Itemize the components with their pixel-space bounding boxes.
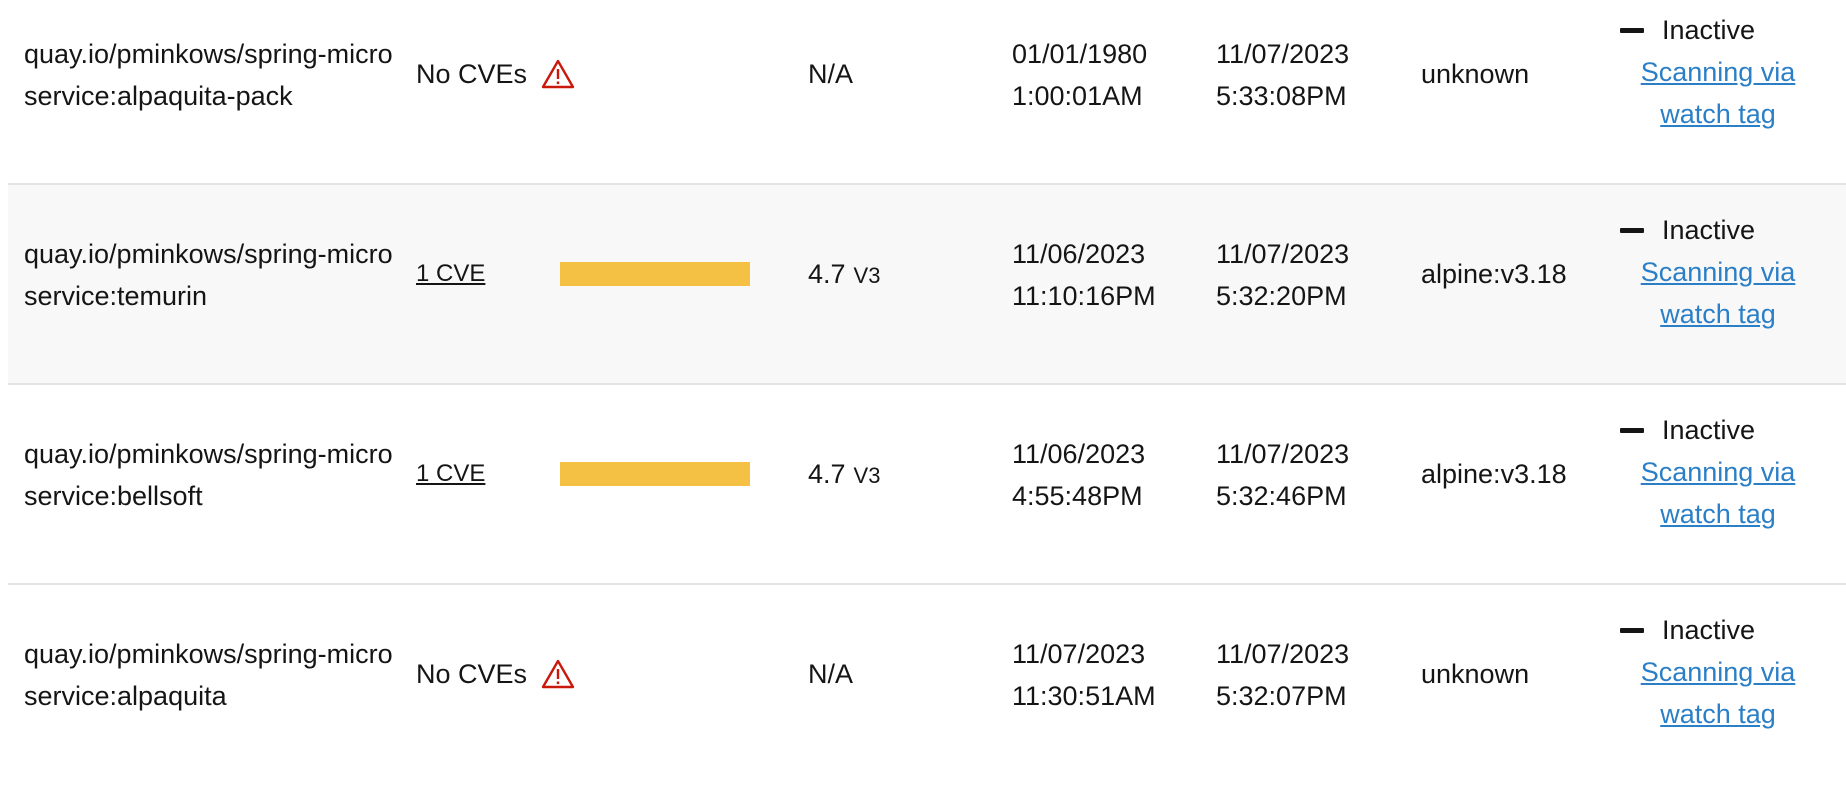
score-value: N/A	[808, 659, 854, 689]
base-image: alpine:v3.18	[1421, 259, 1567, 289]
image-name: quay.io/pminkows/spring-microservice:alp…	[24, 39, 393, 111]
image-name: quay.io/pminkows/spring-microservice:tem…	[24, 239, 393, 311]
status-cell: Inactive Scanning via watch tag	[1620, 409, 1846, 535]
minus-icon	[1620, 427, 1644, 433]
created-date: 11/06/2023 4:55:48PM	[1012, 433, 1145, 517]
image-name: quay.io/pminkows/spring-microservice:alp…	[24, 639, 393, 711]
status-indicator: Inactive	[1620, 409, 1846, 451]
status-label: Inactive	[1662, 215, 1756, 245]
minus-icon	[1620, 627, 1644, 633]
status-indicator: Inactive	[1620, 609, 1846, 651]
table-row: quay.io/pminkows/spring-microservice:tem…	[8, 185, 1846, 385]
status-indicator: Inactive	[1620, 9, 1846, 51]
cve-count-link[interactable]: 1 CVE	[416, 253, 560, 295]
created-date: 11/07/2023 11:30:51AM	[1012, 633, 1156, 717]
modified-date-time: 5:32:07PM	[1216, 681, 1347, 711]
vulnerability-summary: No CVEs	[416, 653, 575, 695]
score-version: V3	[853, 463, 881, 488]
created-date-time: 11:30:51AM	[1012, 681, 1156, 711]
table-row: quay.io/pminkows/spring-microservice:bel…	[8, 385, 1846, 585]
created-date-day: 11/06/2023	[1012, 439, 1146, 469]
severity-bar	[560, 462, 750, 486]
modified-date-day: 11/07/2023	[1216, 39, 1350, 69]
vulnerability-summary: 1 CVE	[416, 453, 750, 495]
image-vulnerability-table: quay.io/pminkows/spring-microservice:alp…	[8, 0, 1846, 770]
modified-date-day: 11/07/2023	[1216, 439, 1350, 469]
created-date-time: 4:55:48PM	[1012, 481, 1143, 511]
created-date-day: 01/01/1980	[1012, 39, 1148, 69]
table-row: quay.io/pminkows/spring-microservice:alp…	[8, 0, 1846, 185]
status-cell: Inactive Scanning via watch tag	[1620, 209, 1846, 335]
score-value: 4.7	[808, 459, 846, 489]
image-name: quay.io/pminkows/spring-microservice:bel…	[24, 439, 393, 511]
modified-date-day: 11/07/2023	[1216, 639, 1350, 669]
modified-date-time: 5:32:20PM	[1216, 281, 1347, 311]
status-indicator: Inactive	[1620, 209, 1846, 251]
severity-score: 4.7 V3	[808, 453, 880, 497]
severity-bar	[560, 262, 750, 286]
vulnerability-summary: No CVEs	[416, 53, 575, 95]
table-row: quay.io/pminkows/spring-microservice:alp…	[8, 585, 1846, 785]
created-date-time: 11:10:16PM	[1012, 281, 1156, 311]
scanning-via-watch-tag-link[interactable]: Scanning via watch tag	[1620, 51, 1816, 135]
minus-icon	[1620, 227, 1644, 233]
created-date: 01/01/1980 1:00:01AM	[1012, 33, 1147, 117]
modified-date: 11/07/2023 5:33:08PM	[1216, 33, 1349, 117]
scanning-via-watch-tag-link[interactable]: Scanning via watch tag	[1620, 251, 1816, 335]
severity-score: N/A	[808, 53, 861, 97]
cve-count-link[interactable]: 1 CVE	[416, 453, 560, 495]
scanning-via-watch-tag-link[interactable]: Scanning via watch tag	[1620, 651, 1816, 735]
modified-date: 11/07/2023 5:32:46PM	[1216, 433, 1349, 517]
modified-date-time: 5:32:46PM	[1216, 481, 1347, 511]
created-date-time: 1:00:01AM	[1012, 81, 1143, 111]
warning-triangle-icon	[541, 59, 575, 89]
base-image: alpine:v3.18	[1421, 459, 1567, 489]
score-version: V3	[853, 263, 881, 288]
score-value: N/A	[808, 59, 854, 89]
status-label: Inactive	[1662, 15, 1756, 45]
created-date-day: 11/07/2023	[1012, 639, 1146, 669]
modified-date-time: 5:33:08PM	[1216, 81, 1347, 111]
no-cves-label: No CVEs	[416, 659, 528, 689]
minus-icon	[1620, 27, 1644, 33]
score-value: 4.7	[808, 259, 846, 289]
warning-triangle-icon	[541, 659, 575, 689]
status-cell: Inactive Scanning via watch tag	[1620, 9, 1846, 135]
created-date: 11/06/2023 11:10:16PM	[1012, 233, 1156, 317]
scanning-via-watch-tag-link[interactable]: Scanning via watch tag	[1620, 451, 1816, 535]
no-cves-label: No CVEs	[416, 59, 528, 89]
status-cell: Inactive Scanning via watch tag	[1620, 609, 1846, 735]
base-image: unknown	[1421, 59, 1530, 89]
severity-score: N/A	[808, 653, 861, 697]
severity-score: 4.7 V3	[808, 253, 880, 297]
modified-date: 11/07/2023 5:32:07PM	[1216, 633, 1349, 717]
vulnerability-summary: 1 CVE	[416, 253, 750, 295]
status-label: Inactive	[1662, 615, 1756, 645]
created-date-day: 11/06/2023	[1012, 239, 1146, 269]
base-image: unknown	[1421, 659, 1530, 689]
modified-date-day: 11/07/2023	[1216, 239, 1350, 269]
status-label: Inactive	[1662, 415, 1756, 445]
modified-date: 11/07/2023 5:32:20PM	[1216, 233, 1349, 317]
